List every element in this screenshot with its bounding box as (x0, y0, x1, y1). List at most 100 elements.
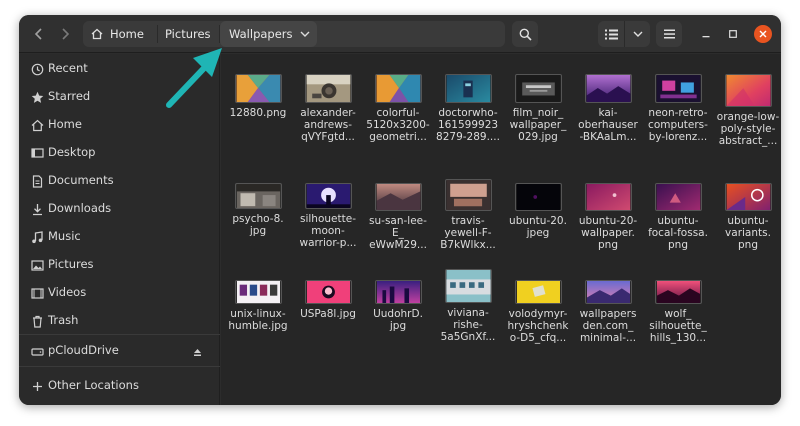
sidebar-divider (19, 334, 220, 335)
file-item[interactable]: colorful- 5120x3200- geometri... (363, 74, 433, 143)
file-name: viviana-rishe- 5a5GnXf... (440, 307, 496, 343)
close-button[interactable] (754, 25, 772, 43)
file-name: wolf_ silhouette_ hills_130... (649, 308, 707, 344)
file-item[interactable]: 12880.png (223, 74, 293, 119)
star-icon (30, 90, 44, 104)
file-name: su-san-lee- E_ eWwM29... (369, 215, 427, 251)
sidebar-item-home[interactable]: Home (19, 112, 220, 138)
file-item[interactable]: su-san-lee- E_ eWwM29... (363, 183, 433, 251)
file-item[interactable]: ubuntu-focal-fossa. png (643, 183, 713, 251)
file-thumbnail (304, 183, 352, 209)
file-item[interactable]: alexander-andrews-qVYFgtd... (293, 74, 363, 143)
minimize-button[interactable] (697, 25, 715, 43)
file-item[interactable]: travis-yewell-F- B7kWlkx... (433, 179, 503, 251)
sidebar-item-other-locations[interactable]: Other Locations (19, 373, 220, 399)
drive-icon (30, 344, 44, 358)
file-thumbnail (654, 74, 702, 103)
chevron-left-icon (34, 28, 42, 40)
music-icon (30, 230, 44, 244)
breadcrumb-wallpapers[interactable]: Wallpapers (220, 21, 317, 47)
file-item[interactable]: unix-linux-humble.jpg (223, 280, 293, 332)
main-menu-button[interactable] (656, 21, 682, 47)
sidebar-item-label: Trash (48, 313, 79, 327)
file-item[interactable]: film_noir_ wallpaper_ 029.jpg (503, 74, 573, 143)
sidebar-item-videos[interactable]: Videos (19, 280, 220, 306)
sidebar-item-label: Desktop (48, 145, 96, 159)
breadcrumb-home[interactable]: Home (83, 21, 157, 47)
eject-icon[interactable] (193, 346, 202, 360)
file-item[interactable]: viviana-rishe- 5a5GnXf... (433, 269, 503, 343)
file-name: ubuntu-focal-fossa. png (648, 215, 708, 251)
file-item[interactable]: doctorwho- 161599923 8279-289.... (433, 74, 503, 143)
file-item[interactable]: ubuntu-20. jpeg (503, 183, 573, 239)
sidebar-item-label: Home (48, 117, 82, 131)
file-name: wallpapers den.com_ minimal-... (579, 308, 637, 344)
file-item[interactable]: ubuntu-variants. png (713, 183, 781, 251)
file-name: doctorwho- 161599923 8279-289.... (436, 107, 500, 143)
breadcrumb-wallpapers-label: Wallpapers (229, 27, 293, 41)
sidebar-item-label: Documents (48, 173, 114, 187)
breadcrumb-pictures[interactable]: Pictures (158, 21, 219, 47)
home-icon (91, 28, 103, 40)
chevron-right-icon (62, 28, 70, 40)
file-item[interactable]: neon-retro-computers-by-lorenz... (643, 74, 713, 143)
file-manager-window: Home Pictures Wallpapers Recent Starred … (19, 15, 781, 405)
download-icon (30, 202, 44, 216)
file-name: unix-linux-humble.jpg (228, 308, 288, 332)
file-thumbnail (654, 183, 702, 211)
home-icon (30, 118, 44, 132)
file-name: colorful- 5120x3200- geometri... (366, 107, 430, 143)
forward-button[interactable] (53, 22, 77, 46)
file-thumbnail (374, 183, 422, 211)
file-item[interactable]: silhouette-moon-warrior-p... (293, 183, 363, 249)
desktop-icon (30, 146, 44, 160)
sidebar-item-trash[interactable]: Trash (19, 308, 220, 334)
file-name: ubuntu-20- wallpaper. png (578, 215, 638, 251)
trash-icon (30, 314, 44, 328)
sidebar-item-pclouddrive[interactable]: pCloudDrive (19, 338, 220, 364)
view-toggle-button[interactable] (598, 21, 624, 47)
file-name: orange-low-poly-style-abstract_... (716, 111, 780, 147)
sidebar: Recent Starred Home Desktop Documents Do… (19, 54, 220, 405)
sidebar-item-downloads[interactable]: Downloads (19, 196, 220, 222)
video-icon (30, 286, 44, 300)
sidebar-item-label: Music (48, 229, 81, 243)
back-button[interactable] (27, 22, 51, 46)
file-item[interactable]: psycho-8. jpg (223, 183, 293, 237)
sidebar-item-music[interactable]: Music (19, 224, 220, 250)
sidebar-item-label: Downloads (48, 201, 112, 215)
sidebar-item-label: Recent (48, 61, 88, 75)
sidebar-item-desktop[interactable]: Desktop (19, 140, 220, 166)
file-item[interactable]: USPa8l.jpg (293, 280, 363, 320)
file-item[interactable]: wallpapers den.com_ minimal-... (573, 280, 643, 344)
file-name: UudohrD. jpg (373, 308, 423, 332)
file-item[interactable]: orange-low-poly-style-abstract_... (713, 74, 781, 147)
view-options-button[interactable] (624, 21, 650, 47)
file-item[interactable]: wolf_ silhouette_ hills_130... (643, 280, 713, 344)
file-item[interactable]: ubuntu-20- wallpaper. png (573, 183, 643, 251)
sidebar-item-starred[interactable]: Starred (19, 84, 220, 110)
file-thumbnail (234, 183, 282, 209)
sidebar-item-pictures[interactable]: Pictures (19, 252, 220, 278)
hamburger-menu-icon (663, 29, 675, 39)
sidebar-item-recent[interactable]: Recent (19, 56, 220, 82)
file-item[interactable]: kai-oberhauser -BKAaLm... (573, 74, 643, 143)
file-name: travis-yewell-F- B7kWlkx... (440, 215, 496, 251)
breadcrumb-home-label: Home (110, 27, 144, 41)
file-thumbnail (234, 74, 282, 103)
file-thumbnail (654, 280, 702, 304)
file-thumbnail (444, 179, 492, 211)
sidebar-item-label: Pictures (48, 257, 94, 271)
document-icon (30, 174, 44, 188)
sidebar-item-documents[interactable]: Documents (19, 168, 220, 194)
file-item[interactable]: UudohrD. jpg (363, 280, 433, 332)
file-thumbnail (514, 280, 562, 304)
file-name: USPa8l.jpg (300, 308, 356, 320)
file-thumbnail (514, 74, 562, 103)
file-thumbnail (724, 74, 772, 107)
maximize-button[interactable] (724, 25, 742, 43)
file-name: silhouette-moon-warrior-p... (299, 213, 357, 249)
file-item[interactable]: volodymyr-hryshchenk o-D5_cfq... (503, 280, 573, 344)
search-button[interactable] (512, 21, 538, 47)
file-thumbnail (304, 280, 352, 304)
